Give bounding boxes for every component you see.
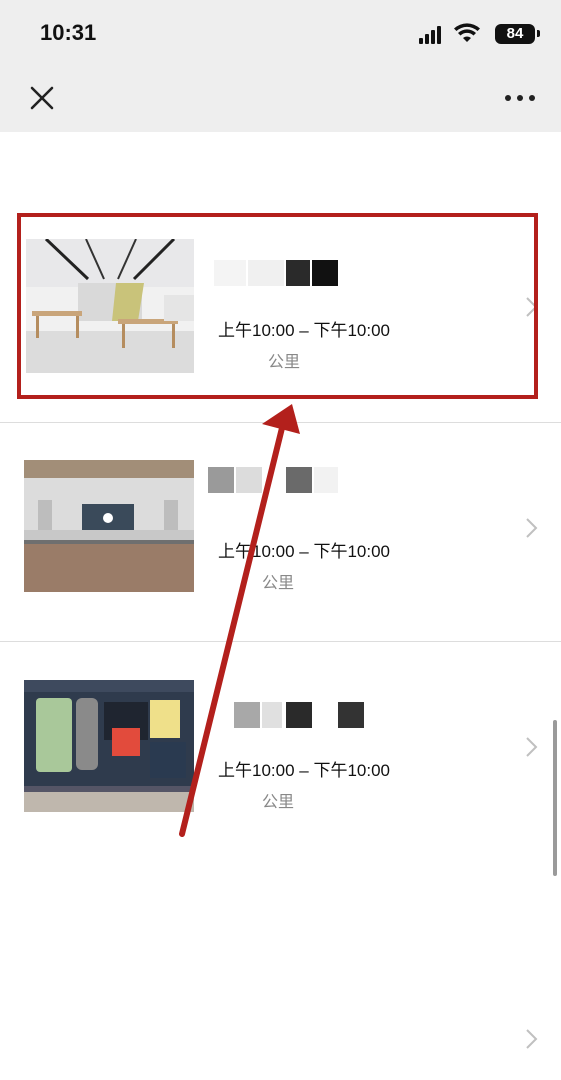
store-row-2[interactable]: 上午10:00 – 下午10:00 公里 [0,423,561,641]
store-thumbnail-1 [26,239,194,373]
signal-icon [419,26,443,44]
chevron-right-icon [526,737,538,757]
store-hours: 上午10:00 – 下午10:00 [218,542,390,561]
more-icon [505,95,535,101]
wifi-icon [454,23,480,42]
close-icon [30,86,54,110]
store-name-redacted [214,702,364,728]
store-row-1[interactable]: 上午10:00 – 下午10:00 公里 [0,220,561,420]
store-hours: 上午10:00 – 下午10:00 [218,321,390,340]
status-icons: 84 [409,22,540,48]
close-button[interactable] [26,82,58,114]
store-thumbnail-2 [24,460,194,592]
top-bar: 10:31 84 [0,0,561,132]
store-name-redacted [214,260,344,286]
battery-indicator: 84 [495,24,535,44]
status-time: 10:31 [40,20,97,45]
chevron-right-icon [526,518,538,538]
battery-tip [537,30,540,37]
store-distance: 公里 [268,354,301,371]
store-hours: 上午10:00 – 下午10:00 [218,761,390,780]
store-distance: 公里 [262,794,295,811]
store-row-3[interactable]: 上午10:00 – 下午10:00 公里 [0,642,561,860]
store-thumbnail-3 [24,680,194,812]
store-distance: 公里 [262,575,295,592]
store-row-4[interactable] [0,1000,561,1080]
scrollbar[interactable] [553,720,557,876]
store-name-redacted [208,467,338,493]
chevron-right-icon [526,297,538,317]
more-button[interactable] [503,88,537,108]
chevron-right-icon [526,1029,538,1049]
